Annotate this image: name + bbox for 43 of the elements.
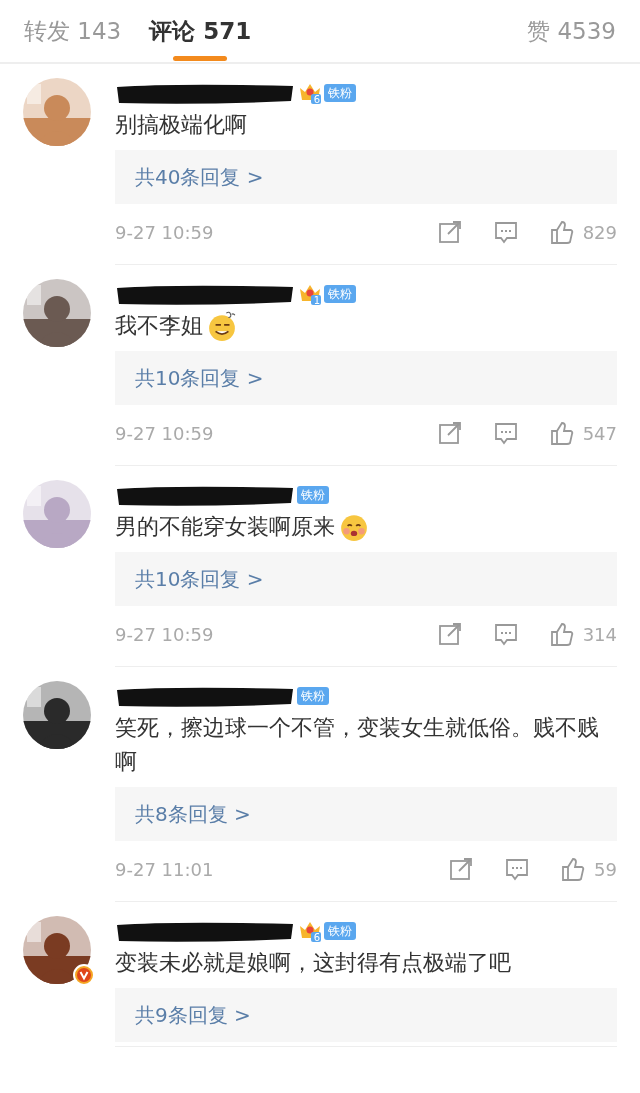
like-icon	[548, 621, 575, 647]
replies-link[interactable]: 共10条回复 >	[115, 552, 617, 606]
timestamp: 9-27 10:59	[115, 220, 214, 245]
like-count: 547	[582, 421, 617, 446]
comment-text: 男的不能穿女装啊原来	[115, 513, 335, 541]
share-icon	[436, 219, 463, 245]
tab[interactable]: 赞 4539	[527, 0, 616, 63]
like-icon	[560, 856, 587, 882]
timestamp: 9-27 10:59	[115, 622, 214, 647]
share-icon	[448, 856, 475, 882]
comment-text: 我不李姐	[115, 312, 203, 340]
fan-badge: 铁粉	[297, 486, 329, 504]
fan-badge: 铁粉	[324, 285, 356, 303]
emoji-icon	[339, 512, 369, 542]
replies-link[interactable]: 共9条回复 >	[115, 988, 617, 1042]
comment-icon	[492, 219, 519, 245]
comment-text: 变装未必就是娘啊，这封得有点极端了吧	[115, 949, 511, 977]
level-number: 1	[312, 293, 322, 308]
level-number: 6	[312, 930, 322, 945]
tab[interactable]: 转发 143	[24, 0, 122, 63]
tab[interactable]: 评论 571	[149, 0, 252, 63]
timestamp: 9-27 11:01	[115, 857, 214, 882]
emoji-icon	[207, 311, 237, 341]
comment-icon	[504, 856, 531, 882]
like-count: 829	[582, 220, 617, 245]
fan-badge: 铁粉	[297, 687, 329, 705]
fan-badge: 铁粉	[324, 922, 356, 940]
level-number: 6	[312, 92, 322, 107]
comment-text: 别搞极端化啊	[115, 111, 247, 139]
like-icon	[548, 420, 575, 446]
like-icon	[548, 219, 575, 245]
like-count: 59	[594, 857, 617, 882]
comment-icon	[492, 420, 519, 446]
replies-link[interactable]: 共10条回复 >	[115, 351, 617, 405]
replies-link[interactable]: 共40条回复 >	[115, 150, 617, 204]
timestamp: 9-27 10:59	[115, 421, 214, 446]
comment-text: 笑死，擦边球一个不管，变装女生就低俗。贱不贱啊	[115, 714, 600, 776]
share-icon	[436, 420, 463, 446]
comment-icon	[492, 621, 519, 647]
like-count: 314	[582, 622, 617, 647]
replies-link[interactable]: 共8条回复 >	[115, 787, 617, 841]
share-icon	[436, 621, 463, 647]
fan-badge: 铁粉	[324, 84, 356, 102]
